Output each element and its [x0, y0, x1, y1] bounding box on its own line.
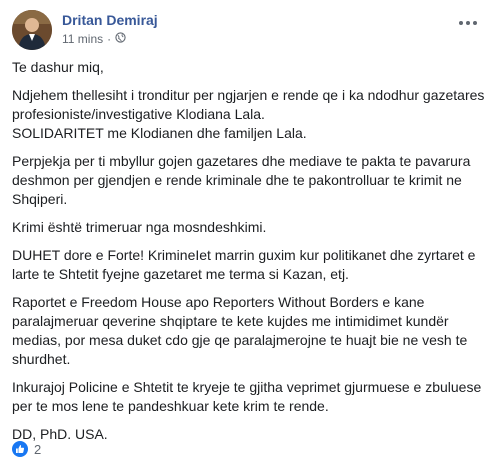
post-body: Te dashur miq, Ndjehem thellesiht i tron…	[12, 58, 486, 453]
post-meta: 11 mins ·	[62, 32, 126, 46]
post-paragraph: Krimi është trimeruar nga mosndeshkimi.	[12, 219, 267, 235]
post-paragraph: Raportet e Freedom House apo Reporters W…	[12, 294, 468, 367]
post-timestamp[interactable]: 11 mins	[62, 32, 103, 46]
post-paragraph: Perpjekja per ti mbyllur gojen gazetares…	[12, 153, 471, 207]
author-name[interactable]: Dritan Demiraj	[62, 12, 158, 28]
post-paragraph: Te dashur miq,	[12, 59, 104, 75]
post-header: Dritan Demiraj 11 mins ·	[12, 10, 483, 50]
reaction-count[interactable]: 2	[34, 442, 41, 457]
post-paragraph: DD, PhD. USA.	[12, 426, 108, 442]
post-paragraph: Inkurajoj Policine e Shtetit te kryeje t…	[12, 379, 482, 414]
avatar[interactable]	[12, 10, 52, 50]
post-paragraph: Ndjehem thellesiht i tronditur per ngjar…	[12, 87, 485, 141]
more-options-icon[interactable]	[457, 16, 479, 30]
meta-separator: ·	[107, 32, 112, 46]
like-icon	[12, 441, 28, 457]
reactions-summary[interactable]: 2	[12, 440, 41, 458]
globe-icon[interactable]	[115, 32, 126, 46]
post-paragraph: DUHET dore e Forte! KrimineIet marrin gu…	[12, 247, 476, 282]
